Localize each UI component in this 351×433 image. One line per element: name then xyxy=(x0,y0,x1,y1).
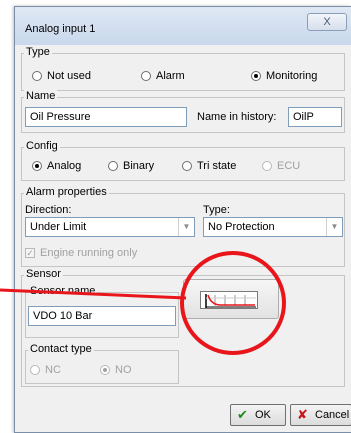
cancel-button[interactable]: ✘ Cancel xyxy=(290,404,351,426)
radio-icon xyxy=(108,161,118,171)
radio-icon xyxy=(262,161,272,171)
alarm-type-value: No Protection xyxy=(208,221,275,233)
radio-icon xyxy=(30,365,40,375)
radio-icon xyxy=(251,71,261,81)
title-bar: Analog input 1 X xyxy=(15,7,351,45)
sensor-group-title: Sensor xyxy=(24,268,63,281)
radio-label: Binary xyxy=(123,160,155,172)
name-group: Name Oil Pressure Name in history: OilP xyxy=(21,90,345,133)
chevron-down-icon: ▼ xyxy=(178,218,194,236)
direction-select[interactable]: Under Limit ▼ xyxy=(25,217,195,237)
sensor-name-title: Sensor name xyxy=(28,285,98,298)
close-button[interactable]: X xyxy=(307,13,347,31)
window-title: Analog input 1 xyxy=(25,23,96,35)
engine-running-only-checkbox[interactable]: ✓ Engine running only xyxy=(25,246,137,260)
sensor-name-group: Sensor name VDO 10 Bar xyxy=(25,285,179,338)
radio-icon xyxy=(32,71,42,81)
direction-label: Direction: xyxy=(25,204,72,216)
radio-label: Analog xyxy=(47,160,82,172)
alarm-type-select[interactable]: No Protection ▼ xyxy=(203,217,343,237)
radio-alarm[interactable]: Alarm xyxy=(141,69,185,83)
history-name-label: Name in history: xyxy=(197,111,277,123)
cancel-label: Cancel xyxy=(315,409,350,421)
name-field[interactable]: Oil Pressure xyxy=(25,107,187,127)
radio-not-used[interactable]: Not used xyxy=(32,69,91,83)
direction-value: Under Limit xyxy=(30,221,87,233)
chevron-down-icon: ▼ xyxy=(326,218,342,236)
type-group: Type Not used Alarm Monitoring xyxy=(21,46,345,91)
sensor-curve-button[interactable] xyxy=(183,279,279,319)
ok-label: OK xyxy=(255,409,271,421)
contact-type-group: Contact type NC NO xyxy=(25,343,179,384)
analog-input-dialog: Analog input 1 X Type Not used Alarm Mon… xyxy=(14,6,351,433)
radio-icon xyxy=(182,161,192,171)
contact-type-title: Contact type xyxy=(28,343,94,356)
radio-icon xyxy=(100,365,110,375)
checkmark-icon: ✓ xyxy=(25,248,35,258)
radio-label: Monitoring xyxy=(266,70,318,82)
radio-label: Tri state xyxy=(197,160,237,172)
alarm-type-label: Type: xyxy=(203,204,230,216)
radio-analog[interactable]: Analog xyxy=(32,159,81,173)
radio-tri-state[interactable]: Tri state xyxy=(182,159,236,173)
alarm-properties-title: Alarm properties xyxy=(24,186,109,199)
cross-icon: ✘ xyxy=(297,407,308,422)
radio-label: Alarm xyxy=(156,70,185,82)
config-group-title: Config xyxy=(24,140,60,153)
sensor-name-field[interactable]: VDO 10 Bar xyxy=(28,306,176,326)
close-icon: X xyxy=(323,16,331,28)
radio-icon xyxy=(141,71,151,81)
type-group-title: Type xyxy=(24,46,52,59)
engine-running-only-label: Engine running only xyxy=(40,247,138,259)
radio-binary[interactable]: Binary xyxy=(108,159,154,173)
radio-label: ECU xyxy=(277,160,301,172)
sensor-curve-graphic xyxy=(205,294,256,308)
radio-label: Not used xyxy=(47,70,92,82)
alarm-properties-group: Alarm properties Direction: Under Limit … xyxy=(21,186,345,267)
checkmark-icon: ✔ xyxy=(237,407,248,422)
history-name-field[interactable]: OilP xyxy=(288,107,342,127)
radio-icon xyxy=(32,161,42,171)
radio-monitoring[interactable]: Monitoring xyxy=(251,69,317,83)
radio-no[interactable]: NO xyxy=(100,363,132,377)
radio-nc[interactable]: NC xyxy=(30,363,61,377)
radio-ecu[interactable]: ECU xyxy=(262,159,300,173)
ok-button[interactable]: ✔ OK xyxy=(230,404,286,426)
radio-label: NC xyxy=(45,364,61,376)
config-group: Config Analog Binary Tri state ECU xyxy=(21,140,345,181)
name-group-title: Name xyxy=(24,90,58,103)
radio-label: NO xyxy=(115,364,132,376)
sensor-curve-icon xyxy=(200,291,258,309)
